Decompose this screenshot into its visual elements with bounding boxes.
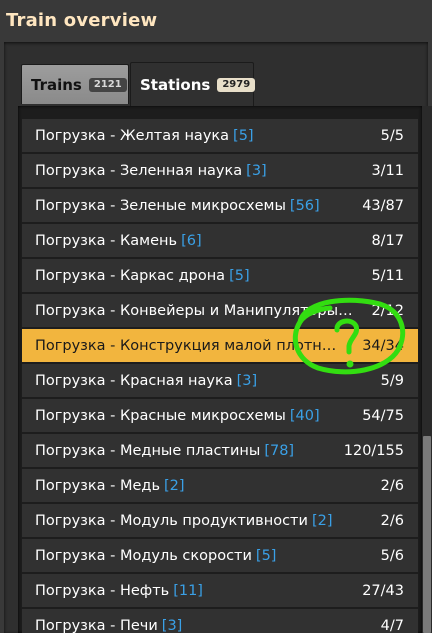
train-limit-count: [5]	[229, 267, 250, 284]
station-name-label: Погрузка - Печи	[35, 617, 158, 633]
station-ratio: 4/7	[380, 617, 404, 633]
station-name: Погрузка - Каркас дрона [5]	[35, 268, 250, 284]
station-name-label: Погрузка - Красная наука	[35, 372, 233, 389]
station-name: Погрузка - Печи [3]	[35, 618, 182, 633]
station-name-label: Погрузка - Камень	[35, 232, 178, 249]
station-ratio: 5/9	[380, 372, 404, 389]
station-row[interactable]: Погрузка - Модуль продуктивности [2] 2/6	[22, 504, 418, 537]
station-name: Погрузка - Медные пластины [78]	[35, 443, 294, 459]
train-limit-count: [5]	[255, 547, 277, 564]
station-name-label: Погрузка - Медь	[35, 477, 160, 494]
station-name: Погрузка - Зеленые микросхемы [56]	[35, 198, 320, 214]
scrollbar[interactable]	[422, 106, 432, 633]
station-ratio: 8/17	[371, 232, 404, 249]
station-name: Погрузка - Нефть [11]	[35, 583, 203, 599]
station-ratio: 5/6	[380, 547, 404, 564]
station-row[interactable]: Погрузка - Модуль скорости [5] 5/6	[22, 539, 418, 572]
scrollbar-thumb[interactable]	[423, 436, 431, 633]
station-row[interactable]: Погрузка - Нефть [11] 27/43	[22, 574, 418, 607]
station-name: Погрузка - Модуль скорости [5]	[35, 548, 276, 564]
train-limit-count: [5]	[233, 127, 254, 144]
tab-stations[interactable]: Stations 2979	[130, 62, 256, 106]
station-name: Погрузка - Зеленная наука [3]	[35, 163, 267, 179]
stations-count-badge: 2979	[217, 77, 256, 92]
station-row[interactable]: Погрузка - Печи [3] 4/7	[22, 609, 418, 633]
station-ratio: 54/75	[362, 407, 404, 424]
station-name: Погрузка - Желтая наука [5]	[35, 128, 254, 144]
station-row-selected[interactable]: Погрузка - Конструкция малой плотно... 34…	[22, 329, 418, 362]
station-row[interactable]: Погрузка - Красные микросхемы [40] 54/75	[22, 399, 418, 432]
train-limit-count: [78]	[264, 442, 295, 459]
station-name-label: Погрузка - Конвейеры и Манипуляторы ...	[35, 302, 355, 319]
train-limit-count: [6]	[181, 232, 202, 249]
station-name-label: Погрузка - Модуль скорости	[35, 547, 252, 564]
station-name: Погрузка - Конструкция малой плотно...	[35, 338, 337, 354]
station-name-label: Погрузка - Зеленная наука	[35, 162, 243, 179]
station-list[interactable]: Погрузка - Желтая наука [5] 5/5 Погрузка - …	[18, 106, 422, 633]
station-row[interactable]: Погрузка - Медь [2] 2/6	[22, 469, 418, 502]
station-row[interactable]: Погрузка - Камень [6] 8/17	[22, 224, 418, 257]
train-overview-window: Train overview Trains 2121 Stations 2979…	[0, 0, 432, 633]
title-bar[interactable]: Train overview	[0, 0, 432, 42]
station-name-label: Погрузка - Нефть	[35, 582, 170, 599]
station-row[interactable]: Погрузка - Желтая наука [5] 5/5	[22, 119, 418, 152]
tab-trains[interactable]: Trains 2121	[21, 64, 129, 104]
station-name: Погрузка - Конвейеры и Манипуляторы ...	[35, 303, 355, 319]
station-ratio: 2/6	[380, 512, 404, 529]
station-ratio: 3/11	[371, 162, 404, 179]
station-name: Погрузка - Красные микросхемы [40]	[35, 408, 320, 424]
station-name-label: Погрузка - Каркас дрона	[35, 267, 226, 284]
station-name-label: Погрузка - Красные микросхемы	[35, 407, 286, 424]
station-ratio: 2/6	[380, 477, 404, 494]
station-row[interactable]: Погрузка - Каркас дрона [5] 5/11	[22, 259, 418, 292]
station-name-label: Погрузка - Конструкция малой плотно...	[35, 337, 337, 354]
station-ratio: 5/5	[380, 127, 404, 144]
station-ratio: 5/11	[371, 267, 404, 284]
station-name: Погрузка - Камень [6]	[35, 233, 202, 249]
station-row[interactable]: Погрузка - Зеленые микросхемы [56] 43/87	[22, 189, 418, 222]
station-name-label: Погрузка - Модуль продуктивности	[35, 512, 308, 529]
station-name-label: Погрузка - Медные пластины	[35, 442, 261, 459]
train-limit-count: [56]	[289, 197, 320, 214]
station-name: Погрузка - Медь [2]	[35, 478, 185, 494]
station-ratio: 120/155	[343, 442, 404, 459]
station-row[interactable]: Погрузка - Зеленная наука [3] 3/11	[22, 154, 418, 187]
train-limit-count: [3]	[161, 617, 183, 633]
tab-trains-label: Trains	[31, 75, 82, 94]
train-limit-count: [40]	[289, 407, 320, 424]
station-name-label: Погрузка - Зеленые микросхемы	[35, 197, 286, 214]
station-ratio: 27/43	[362, 582, 404, 599]
station-ratio: 34/34	[362, 337, 404, 354]
train-limit-count: [11]	[173, 582, 203, 599]
train-limit-count: [2]	[311, 512, 333, 529]
station-ratio: 43/87	[362, 197, 404, 214]
station-name: Погрузка - Красная наука [3]	[35, 373, 257, 389]
station-row[interactable]: Погрузка - Красная наука [3] 5/9	[22, 364, 418, 397]
station-name-label: Погрузка - Желтая наука	[35, 127, 230, 144]
station-list-rows: Погрузка - Желтая наука [5] 5/5 Погрузка - …	[22, 119, 418, 633]
window-title: Train overview	[6, 10, 158, 31]
train-limit-count: [3]	[246, 162, 267, 179]
train-limit-count: [2]	[164, 477, 185, 494]
train-limit-count: [3]	[236, 372, 258, 389]
station-name: Погрузка - Модуль продуктивности [2]	[35, 513, 332, 529]
station-ratio: 2/12	[371, 302, 404, 319]
station-row[interactable]: Погрузка - Конвейеры и Манипуляторы ... 2…	[22, 294, 418, 327]
trains-count-badge: 2121	[88, 77, 127, 92]
station-row[interactable]: Погрузка - Медные пластины [78] 120/155	[22, 434, 418, 467]
tab-stations-label: Stations	[140, 75, 211, 94]
